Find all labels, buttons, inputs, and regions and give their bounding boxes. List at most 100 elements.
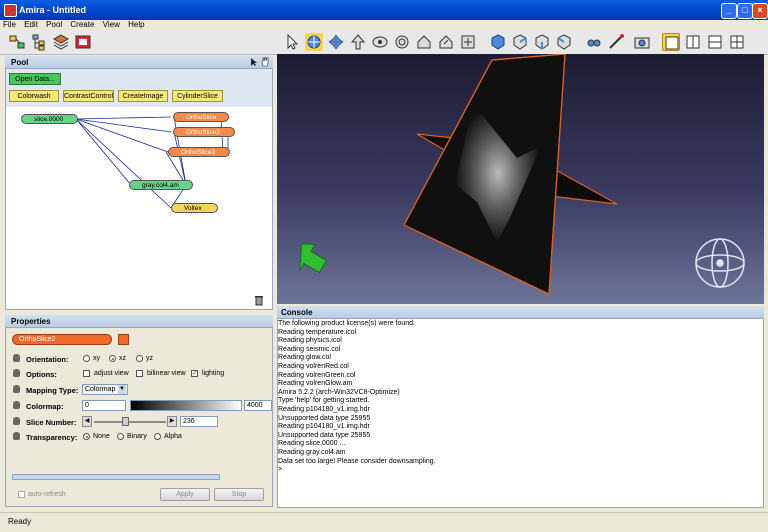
- colormap-max-input[interactable]: 4000: [244, 400, 272, 411]
- node-gray-col4[interactable]: gray.col4.am: [129, 180, 193, 190]
- layout-two-horizontal-icon[interactable]: [706, 33, 724, 51]
- volume-render: [299, 54, 745, 295]
- node-slice-data[interactable]: slice.0000: [21, 114, 78, 124]
- rotate-icon[interactable]: [305, 33, 323, 51]
- chevron-down-icon[interactable]: ▼: [118, 385, 126, 394]
- apply-button[interactable]: Apply: [160, 488, 210, 501]
- menu-pool[interactable]: Pool: [46, 20, 62, 30]
- status-text: Ready: [8, 517, 32, 526]
- mapping-type-select[interactable]: Colormap ▼: [82, 384, 128, 395]
- seek-icon[interactable]: [371, 33, 389, 51]
- zoom-icon[interactable]: [349, 33, 367, 51]
- port-pin-icon[interactable]: [13, 354, 20, 362]
- console-line: Reading physics.icol: [278, 337, 342, 345]
- pool-title: Pool: [11, 58, 29, 67]
- menu-file[interactable]: File: [3, 20, 16, 30]
- open-data-button[interactable]: Open Data...: [9, 73, 61, 85]
- pointer-icon[interactable]: [283, 33, 301, 51]
- slice-number-input[interactable]: 236: [180, 416, 218, 427]
- contrastcontrol-button[interactable]: ContrastControl: [63, 90, 114, 102]
- properties-panel: OrthoSlice2 Orientation: xy xz yz Option…: [5, 327, 273, 507]
- menu-create[interactable]: Create: [70, 20, 94, 30]
- auto-refresh-label: auto-refresh: [28, 491, 66, 498]
- createimage-button[interactable]: CreateImage: [118, 90, 168, 102]
- slice-decrement-button[interactable]: ◀: [82, 416, 92, 427]
- module-name-badge[interactable]: OrthoSlice2: [12, 334, 112, 345]
- movie-icon[interactable]: [74, 33, 92, 51]
- layers-icon[interactable]: [52, 33, 70, 51]
- slice-increment-button[interactable]: ▶: [167, 416, 177, 427]
- console-line: Reading glow.col: [278, 354, 331, 362]
- slice-slider-handle[interactable]: [122, 417, 129, 426]
- transparency-binary-radio[interactable]: [117, 433, 124, 440]
- slice-slider-track[interactable]: [94, 421, 166, 423]
- console-line: Unsupported data type 25955: [278, 414, 371, 422]
- console-line: Reading p104180_v1.img.hdr: [278, 405, 370, 413]
- console-line: Amira 5.2.2 (arch-Win32VC8-Optimize): [278, 388, 400, 396]
- colormap-min-input[interactable]: 0: [82, 400, 126, 411]
- measure-icon[interactable]: [607, 33, 625, 51]
- properties-scrollbar[interactable]: [12, 474, 220, 480]
- port-pin-icon[interactable]: [13, 401, 20, 409]
- cylinderslice-button[interactable]: CylinderSlice: [172, 90, 223, 102]
- console-prompt[interactable]: >: [278, 466, 763, 475]
- transparency-none-radio[interactable]: [83, 433, 90, 440]
- port-pin-icon[interactable]: [13, 385, 20, 393]
- view-side-icon[interactable]: [533, 33, 551, 51]
- transparency-alpha-radio[interactable]: [154, 433, 161, 440]
- menu-help[interactable]: Help: [128, 20, 144, 30]
- main-toolbar: [0, 30, 768, 55]
- view-top-icon[interactable]: [555, 33, 573, 51]
- orientation-yz-radio[interactable]: [136, 355, 143, 362]
- set-home-icon[interactable]: [437, 33, 455, 51]
- port-pin-icon[interactable]: [13, 417, 20, 425]
- view-iso-icon[interactable]: [489, 33, 507, 51]
- lighting-checkbox[interactable]: ✓: [191, 370, 198, 377]
- colorwash-button[interactable]: Colorwash: [9, 90, 59, 102]
- console-line: Reading temperature.icol: [278, 328, 357, 336]
- 3d-viewer[interactable]: [277, 54, 764, 304]
- node-orthoslice[interactable]: OrthoSlice: [173, 112, 229, 122]
- properties-title: Properties: [11, 317, 51, 326]
- maximize-button[interactable]: □: [737, 3, 753, 19]
- adjust-view-checkbox[interactable]: [83, 370, 90, 377]
- cursor-icon[interactable]: [249, 57, 259, 67]
- home-icon[interactable]: [415, 33, 433, 51]
- node-orthoslice3[interactable]: OrthoSlice3: [168, 147, 230, 157]
- trash-icon[interactable]: [253, 294, 265, 306]
- stop-button[interactable]: Stop: [214, 488, 264, 501]
- pool-view-icon[interactable]: [8, 33, 26, 51]
- node-orthoslice2[interactable]: OrthoSlice2: [173, 127, 235, 137]
- console-output[interactable]: The following product license(s) were fo…: [277, 318, 764, 508]
- menu-view[interactable]: View: [103, 20, 120, 30]
- layout-four-icon[interactable]: [728, 33, 746, 51]
- layout-two-vertical-icon[interactable]: [684, 33, 702, 51]
- orientation-gizmo-icon[interactable]: [695, 238, 745, 288]
- translate-icon[interactable]: [327, 33, 345, 51]
- close-button[interactable]: ×: [752, 3, 768, 19]
- lighting-label: lighting: [202, 370, 225, 377]
- colormap-gradient-bar[interactable]: [130, 400, 242, 411]
- tree-view-icon[interactable]: [30, 33, 48, 51]
- auto-refresh-checkbox[interactable]: [18, 491, 25, 498]
- port-pin-icon[interactable]: [13, 432, 20, 440]
- trackball-icon[interactable]: [393, 33, 411, 51]
- node-voltex[interactable]: Voltex: [171, 203, 218, 213]
- view-front-icon[interactable]: [511, 33, 529, 51]
- snapshot-icon[interactable]: [633, 33, 651, 51]
- menu-edit[interactable]: Edit: [24, 20, 38, 30]
- hand-icon[interactable]: [260, 57, 270, 67]
- bilinear-view-checkbox[interactable]: [136, 370, 143, 377]
- orientation-xz-radio[interactable]: [109, 355, 116, 362]
- module-color-swatch[interactable]: [118, 334, 129, 345]
- stereo-icon[interactable]: [585, 33, 603, 51]
- console-line: Reading slice.0000 ...: [278, 440, 346, 448]
- layout-single-icon[interactable]: [662, 33, 680, 51]
- minimize-button[interactable]: _: [721, 3, 737, 19]
- pool-toolbar: Open Data... Colorwash ContrastControl C…: [6, 69, 272, 107]
- port-pin-icon[interactable]: [13, 369, 20, 377]
- view-all-icon[interactable]: [459, 33, 477, 51]
- orientation-xy-radio[interactable]: [83, 355, 90, 362]
- pool-panel[interactable]: Open Data... Colorwash ContrastControl C…: [5, 68, 273, 310]
- properties-panel-header: Properties: [5, 315, 273, 327]
